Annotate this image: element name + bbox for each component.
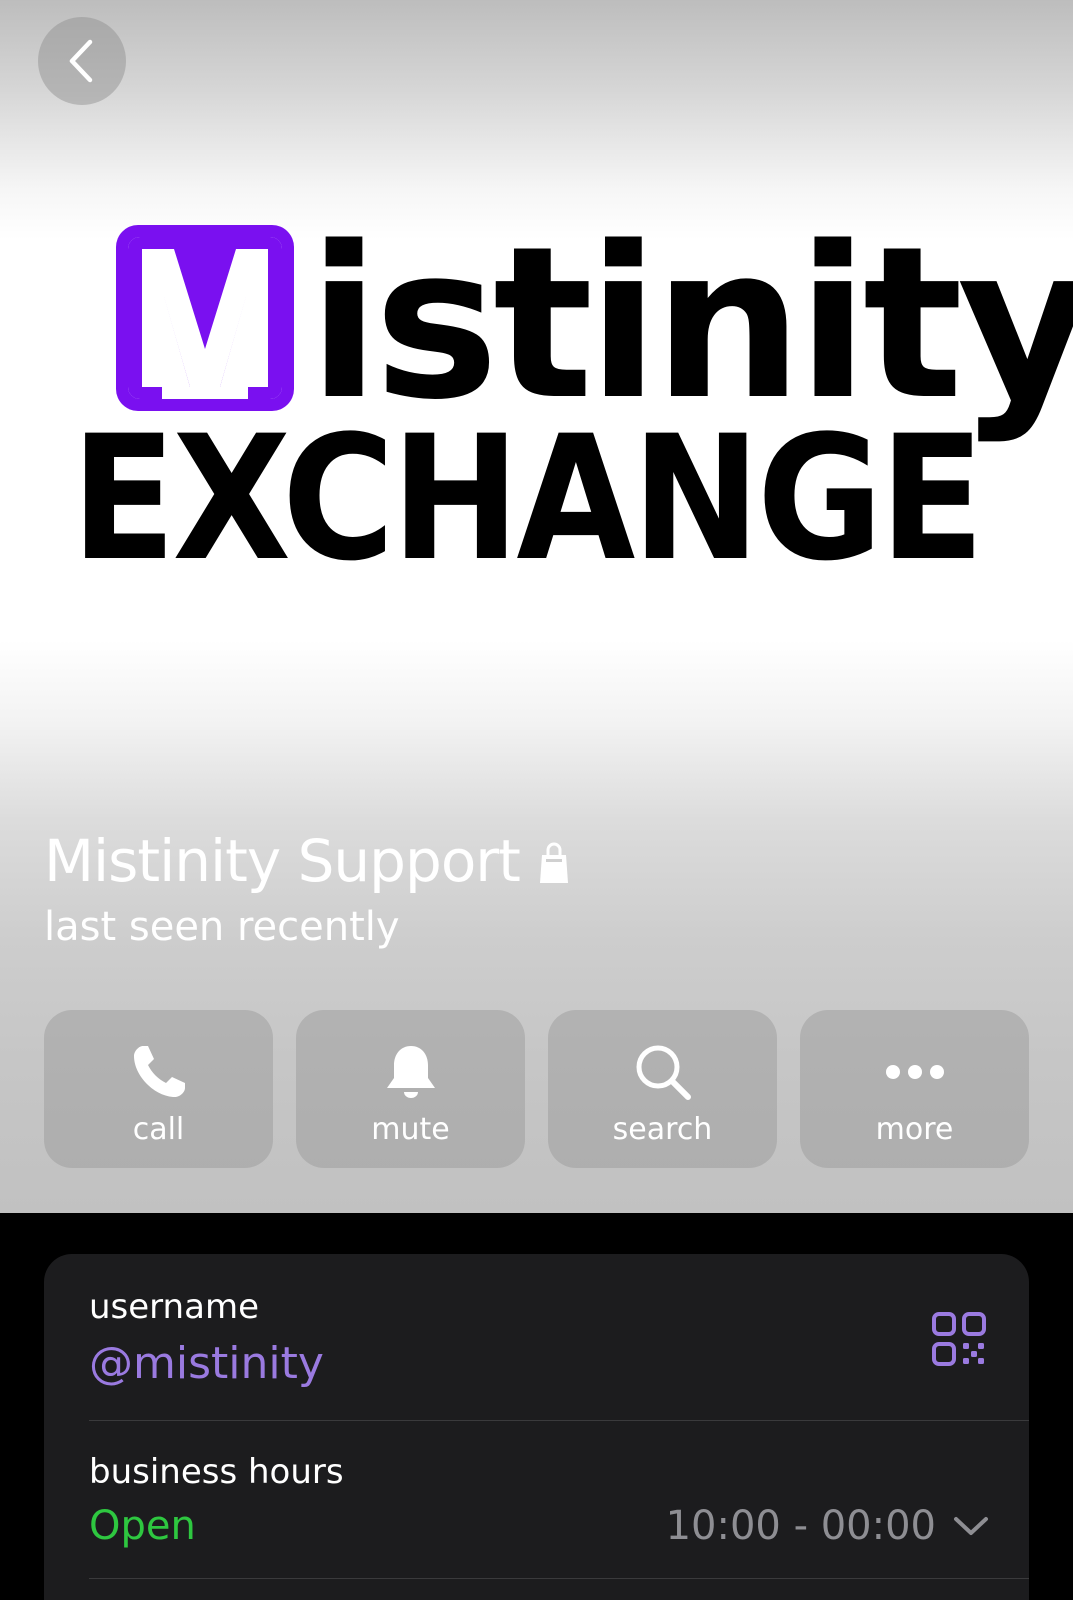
shopping-bag-icon	[540, 842, 568, 883]
username-label: username	[89, 1287, 259, 1327]
brand-logo: istinity EXCHANGE	[0, 0, 1073, 620]
bell-icon	[386, 1046, 435, 1098]
business-hours-value[interactable]: 10:00 - 00:00	[640, 1502, 936, 1550]
chevron-down-icon[interactable]	[953, 1514, 989, 1538]
row-divider	[89, 1578, 1029, 1579]
username-link[interactable]: @mistinity	[89, 1338, 324, 1390]
svg-text:EXCHANGE: EXCHANGE	[71, 430, 981, 580]
business-status: Open	[89, 1503, 196, 1549]
search-button[interactable]: search	[548, 1010, 777, 1168]
logo-wordmark: istinity	[308, 201, 1073, 446]
logo-exchange-text: EXCHANGE	[71, 430, 985, 580]
search-icon	[636, 1045, 691, 1100]
call-button[interactable]: call	[44, 1010, 273, 1168]
row-divider	[89, 1420, 1029, 1421]
qr-code-icon[interactable]	[931, 1311, 987, 1367]
mute-label: mute	[371, 1112, 450, 1147]
call-label: call	[132, 1112, 185, 1147]
phone-icon	[133, 1046, 185, 1097]
profile-name: Mistinity Support	[44, 827, 521, 895]
ellipsis-icon	[885, 1065, 944, 1079]
more-label: more	[875, 1112, 954, 1147]
mute-button[interactable]: mute	[296, 1010, 525, 1168]
logo-m-letter	[128, 237, 282, 399]
search-label: search	[612, 1112, 713, 1147]
profile-status: last seen recently	[44, 904, 400, 950]
business-hours-label: business hours	[89, 1452, 344, 1492]
profile-header: istinity EXCHANGE Mistinity Support last…	[0, 0, 1073, 1213]
more-button[interactable]: more	[800, 1010, 1029, 1168]
